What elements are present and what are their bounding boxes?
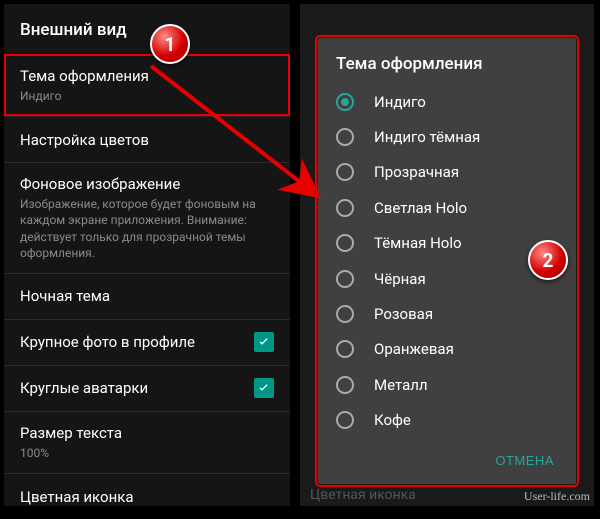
setting-theme-title: Тема оформления bbox=[20, 67, 274, 85]
panel-header: Внешний вид bbox=[4, 4, 290, 54]
theme-option[interactable]: Розовая bbox=[318, 296, 576, 331]
setting-color-icon-title: Цветная иконка bbox=[20, 488, 274, 506]
theme-option[interactable]: Светлая Holo bbox=[318, 190, 576, 225]
radio-unselected-icon bbox=[336, 376, 354, 394]
radio-selected-icon bbox=[336, 93, 354, 111]
theme-option-label: Розовая bbox=[374, 305, 433, 323]
radio-unselected-icon bbox=[336, 234, 354, 252]
theme-option[interactable]: Индиго тёмная bbox=[318, 119, 576, 154]
theme-option-label: Оранжевая bbox=[374, 340, 454, 358]
settings-panel-left: Внешний вид Тема оформления Индиго Настр… bbox=[4, 4, 290, 506]
theme-option-label: Светлая Holo bbox=[374, 199, 467, 217]
radio-unselected-icon bbox=[336, 128, 354, 146]
dialog-actions: ОТМЕНА bbox=[318, 437, 576, 484]
radio-unselected-icon bbox=[336, 199, 354, 217]
setting-theme[interactable]: Тема оформления Индиго bbox=[4, 54, 290, 116]
setting-night-theme[interactable]: Ночная тема bbox=[4, 273, 290, 319]
theme-option-label: Индиго тёмная bbox=[374, 128, 480, 146]
theme-option[interactable]: Оранжевая bbox=[318, 332, 576, 367]
radio-unselected-icon bbox=[336, 411, 354, 429]
theme-option-label: Прозрачная bbox=[374, 163, 459, 181]
setting-background-title: Фоновое изображение bbox=[20, 175, 274, 193]
setting-background[interactable]: Фоновое изображение Изображение, которое… bbox=[4, 162, 290, 273]
watermark: User-life.com bbox=[524, 489, 590, 504]
setting-text-size[interactable]: Размер текста 100% bbox=[4, 411, 290, 473]
setting-theme-value: Индиго bbox=[20, 88, 274, 104]
radio-unselected-icon bbox=[336, 163, 354, 181]
radio-unselected-icon bbox=[336, 305, 354, 323]
setting-big-photo[interactable]: Крупное фото в профиле bbox=[4, 319, 290, 365]
theme-option[interactable]: Прозрачная bbox=[318, 155, 576, 190]
theme-option[interactable]: Индиго bbox=[318, 84, 576, 119]
dialog-title: Тема оформления bbox=[318, 38, 576, 84]
step-badge-1: 1 bbox=[150, 24, 190, 64]
checkbox-checked-icon[interactable] bbox=[254, 378, 274, 398]
theme-option[interactable]: Кофе bbox=[318, 402, 576, 437]
setting-night-theme-title: Ночная тема bbox=[20, 287, 274, 305]
theme-option[interactable]: Металл bbox=[318, 367, 576, 402]
theme-option-label: Индиго bbox=[374, 93, 426, 111]
radio-unselected-icon bbox=[336, 340, 354, 358]
checkbox-checked-icon[interactable] bbox=[254, 332, 274, 352]
theme-option-label: Металл bbox=[374, 376, 428, 394]
setting-round-avatars[interactable]: Круглые аватарки bbox=[4, 365, 290, 411]
theme-option-label: Чёрная bbox=[374, 270, 426, 288]
setting-round-avatars-title: Круглые аватарки bbox=[20, 379, 148, 397]
setting-big-photo-title: Крупное фото в профиле bbox=[20, 333, 195, 351]
setting-color-icon[interactable]: Цветная иконка bbox=[4, 473, 290, 519]
setting-colors[interactable]: Настройка цветов bbox=[4, 116, 290, 162]
radio-unselected-icon bbox=[336, 270, 354, 288]
setting-text-size-value: 100% bbox=[20, 445, 274, 461]
setting-text-size-title: Размер текста bbox=[20, 424, 274, 442]
cancel-button[interactable]: ОТМЕНА bbox=[485, 445, 564, 476]
setting-colors-title: Настройка цветов bbox=[20, 131, 274, 149]
theme-option-label: Тёмная Holo bbox=[374, 234, 462, 252]
step-badge-2: 2 bbox=[528, 240, 568, 280]
setting-background-desc: Изображение, которое будет фоновым на ка… bbox=[20, 196, 274, 261]
faded-color-icon: Цветная иконка bbox=[310, 487, 416, 503]
theme-option-label: Кофе bbox=[374, 411, 411, 429]
